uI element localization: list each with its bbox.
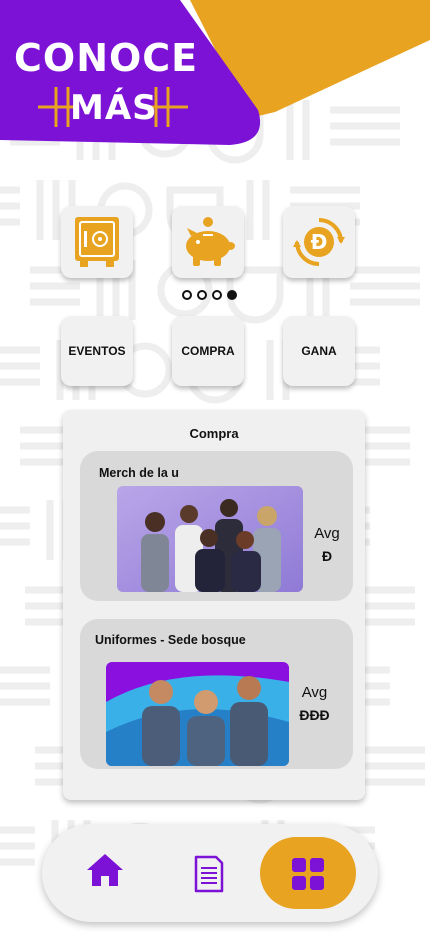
piggy-bank-icon (186, 217, 235, 266)
svg-text:Đ: Đ (311, 230, 328, 254)
header-banner (0, 0, 430, 145)
product-price: Avg ĐĐĐ (292, 682, 337, 726)
product-price: Avg Đ (302, 523, 352, 567)
coin-exchange-icon: Đ (293, 218, 345, 266)
panel-title: Compra (189, 426, 239, 441)
compra-panel: Compra Merch de la u Avg Đ Uniformes - S… (63, 410, 365, 800)
price-value: Đ (321, 548, 333, 564)
safe-icon (75, 217, 119, 267)
tab-gana[interactable]: GANA (283, 316, 355, 386)
product-card-merch[interactable]: Merch de la u Avg Đ (80, 451, 353, 601)
carousel-pagination (182, 290, 237, 300)
product-image-uniformes (106, 662, 289, 766)
page-title-line1: CONOCE (14, 36, 199, 80)
nav-document-button[interactable] (188, 852, 230, 896)
product-name: Merch de la u (99, 466, 179, 480)
pagination-dot-active[interactable] (227, 290, 237, 300)
carousel-card-safe[interactable] (61, 206, 133, 278)
bottom-navigation (42, 824, 378, 922)
pagination-dot[interactable] (182, 290, 192, 300)
price-label: Avg (301, 684, 328, 701)
home-icon (87, 854, 123, 886)
page-title-line2: MÁS (70, 88, 158, 128)
nav-home-button[interactable] (82, 848, 128, 892)
product-name: Uniformes - Sede bosque (95, 633, 246, 647)
pagination-dot[interactable] (212, 290, 222, 300)
carousel-card-piggy[interactable] (172, 206, 244, 278)
product-card-uniformes[interactable]: Uniformes - Sede bosque Avg ĐĐĐ (80, 619, 353, 769)
grid-icon (292, 858, 324, 890)
pagination-dot[interactable] (197, 290, 207, 300)
product-image-merch (117, 486, 303, 592)
nav-grid-button[interactable] (260, 837, 356, 909)
tab-eventos[interactable]: EVENTOS (61, 316, 133, 386)
carousel-card-coin[interactable]: Đ (283, 206, 355, 278)
price-value: ĐĐĐ (299, 707, 330, 723)
document-icon (194, 855, 224, 893)
tab-compra[interactable]: COMPRA (172, 316, 244, 386)
price-label: Avg (314, 525, 340, 542)
